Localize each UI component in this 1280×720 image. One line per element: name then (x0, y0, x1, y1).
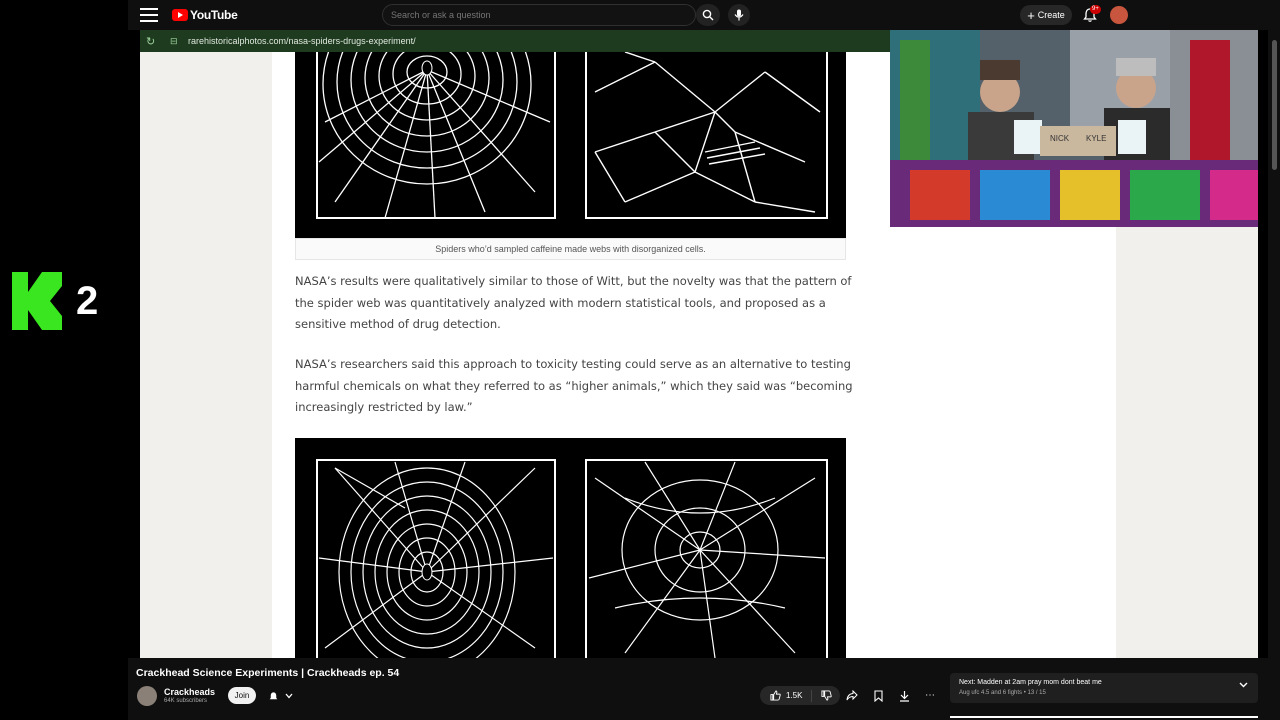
youtube-logo[interactable]: YouTube (172, 8, 238, 22)
search-icon (702, 9, 714, 21)
spider-web-figure-top (295, 52, 846, 238)
voice-search-button[interactable] (728, 4, 750, 26)
webcam-sign-left: NICK (1050, 134, 1070, 143)
menu-icon[interactable] (140, 8, 158, 22)
search-button[interactable] (696, 4, 720, 26)
spider-web-image-bottom (295, 438, 846, 658)
account-avatar[interactable] (1110, 6, 1128, 24)
dislike-button[interactable] (812, 690, 840, 701)
url-text[interactable]: rarehistoricalphotos.com/nasa-spiders-dr… (188, 36, 416, 46)
more-icon: ⋯ (925, 690, 935, 701)
browser-address-bar: ↻ ⊟ rarehistoricalphotos.com/nasa-spider… (140, 30, 890, 52)
more-actions-button[interactable]: ⋯ (920, 686, 940, 705)
like-dislike-group: 1.5K (760, 686, 840, 705)
k2-number: 2 (76, 278, 99, 323)
webcam-feed-image (890, 30, 1258, 227)
search-input[interactable] (391, 10, 671, 20)
article-paragraph-1: NASA’s results were qualitatively simila… (295, 274, 852, 331)
join-button[interactable]: Join (228, 687, 256, 704)
channel-avatar[interactable] (137, 686, 157, 706)
save-button[interactable] (868, 686, 888, 705)
download-icon (899, 690, 909, 702)
search-bar[interactable] (382, 4, 696, 26)
like-count: 1.5K (786, 691, 803, 700)
microphone-icon (734, 9, 744, 21)
youtube-play-icon (172, 9, 188, 21)
thumbs-up-icon (770, 690, 781, 701)
share-button[interactable] (842, 686, 862, 705)
chevron-down-icon[interactable] (1239, 682, 1248, 688)
bookmark-icon (873, 689, 883, 702)
article-paragraph-2: NASA’s researchers said this approach to… (295, 357, 853, 414)
next-video-panel[interactable]: Next: Madden at 2am pray mom dont beat m… (950, 673, 1258, 703)
webcam-overlay: NICK KYLE (890, 30, 1258, 227)
share-icon (846, 690, 858, 701)
subscription-bell-button[interactable] (268, 688, 298, 704)
stream-left-panel: 2 (0, 0, 128, 720)
subscriber-count: 64K subscribers (164, 698, 208, 704)
video-title: Crackhead Science Experiments | Crackhea… (136, 667, 400, 679)
thumbs-down-icon (820, 690, 832, 701)
next-video-subtitle: Aug ufc 4.5 and 6 fights • 13 / 15 (959, 690, 1046, 696)
notification-badge: 9+ (1090, 5, 1101, 14)
like-button[interactable]: 1.5K (760, 689, 812, 702)
next-video-title: Next: Madden at 2am pray mom dont beat m… (959, 679, 1102, 686)
figure-caption: Spiders who’d sampled caffeine made webs… (295, 238, 846, 260)
channel-name[interactable]: Crackheads (164, 687, 215, 697)
k-logo-icon (12, 272, 64, 330)
spider-web-figure-bottom (295, 438, 846, 658)
reload-icon[interactable]: ↻ (146, 35, 158, 48)
spider-web-image-top (295, 52, 846, 238)
scrollbar-thumb[interactable] (1272, 40, 1277, 170)
plus-icon: + (1027, 7, 1035, 23)
chevron-down-icon (285, 693, 293, 699)
site-info-icon[interactable]: ⊟ (170, 36, 182, 46)
k2-logo: 2 (12, 272, 112, 330)
next-video-progress (950, 716, 1258, 718)
video-info-bar: Crackhead Science Experiments | Crackhea… (128, 658, 1280, 720)
bell-icon (269, 691, 278, 699)
create-button[interactable]: + Create (1020, 5, 1072, 25)
download-button[interactable] (894, 686, 914, 705)
webcam-sign-right: KYLE (1086, 134, 1107, 143)
